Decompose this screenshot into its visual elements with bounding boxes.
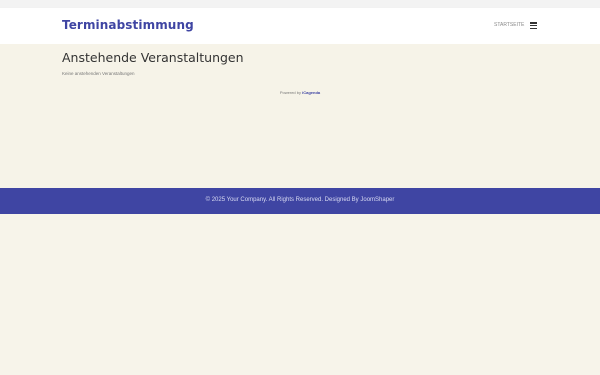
footer-copyright: © 2025 Your Company. All Rights Reserved…: [205, 197, 395, 203]
top-strip: [0, 0, 600, 8]
empty-events-message: Keine anstehenden Veranstaltungen: [62, 71, 135, 76]
powered-by-label: Powered by: [279, 90, 301, 95]
page-title: Anstehende Veranstaltungen: [62, 50, 244, 65]
page-background: [0, 214, 600, 375]
nav-link-startseite[interactable]: Startseite: [494, 22, 524, 28]
site-logo[interactable]: Terminabstimmung: [62, 18, 194, 32]
icagenda-link[interactable]: iCagenda: [302, 90, 320, 95]
site-header: Terminabstimmung Startseite: [0, 8, 600, 44]
hamburger-menu-icon[interactable]: [530, 22, 537, 29]
main-content: [0, 44, 600, 188]
site-footer: © 2025 Your Company. All Rights Reserved…: [0, 188, 600, 214]
powered-by: Powered by iCagenda: [0, 90, 600, 95]
